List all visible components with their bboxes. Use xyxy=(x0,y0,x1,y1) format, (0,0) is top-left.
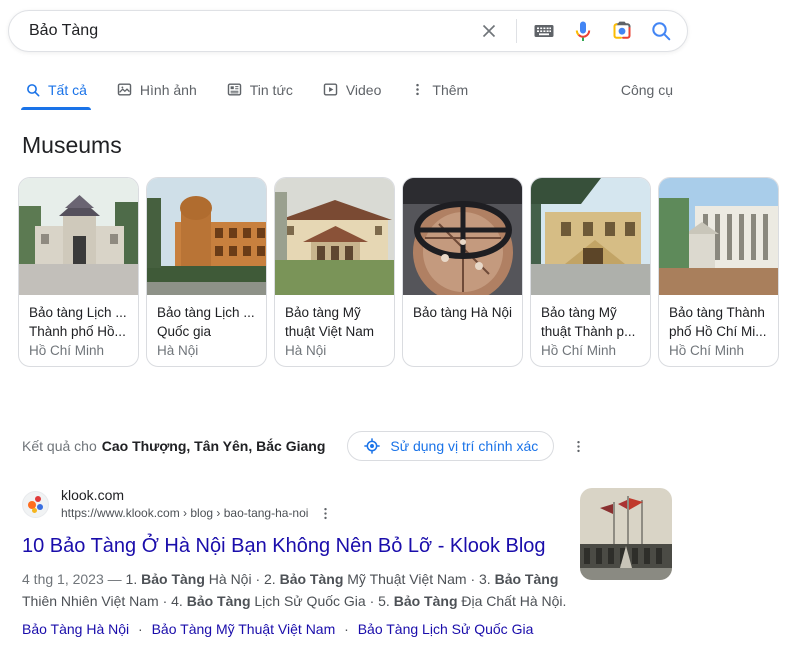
image-icon xyxy=(116,81,133,98)
sitelink-separator: · xyxy=(138,621,143,637)
result-title-link[interactable]: 10 Bảo Tàng Ở Hà Nội Bạn Không Nên Bỏ Lỡ… xyxy=(22,534,582,559)
search-input[interactable]: Bảo Tàng xyxy=(29,22,462,40)
video-icon xyxy=(322,81,339,98)
museum-title-line2: Thành phố Hồ... xyxy=(29,322,128,341)
museum-title-line1: Bảo tàng Lịch ... xyxy=(29,303,128,322)
more-vertical-icon xyxy=(410,82,425,97)
museum-photo xyxy=(147,178,267,295)
news-icon xyxy=(226,81,243,98)
museum-photo xyxy=(531,178,651,295)
museum-card-body: Bảo tàng Lịch ... Thành phố Hồ... Hồ Chí… xyxy=(19,295,138,360)
museums-carousel: Bảo tàng Lịch ... Thành phố Hồ... Hồ Chí… xyxy=(18,177,779,367)
search-results-page: Bảo Tàng xyxy=(0,0,785,661)
keyboard-icon[interactable] xyxy=(532,19,556,43)
museum-title-line2: Quốc gia xyxy=(157,322,256,341)
location-prefix: Kết quả cho xyxy=(22,438,97,454)
museum-card[interactable]: Bảo tàng Lịch ... Quốc gia Hà Nội xyxy=(146,177,267,367)
tab-label: Thêm xyxy=(432,82,468,98)
museum-title-line1: Bảo tàng Mỹ xyxy=(285,303,384,322)
clear-icon[interactable] xyxy=(477,19,501,43)
tab-more[interactable]: Thêm xyxy=(410,82,468,98)
use-precise-location-button[interactable]: Sử dụng vị trí chính xác xyxy=(347,431,554,461)
tab-label: Tin tức xyxy=(250,82,293,98)
museum-card-body: Bảo tàng Mỹ thuật Việt Nam Hà Nội xyxy=(275,295,394,360)
museum-location: Hồ Chí Minh xyxy=(29,341,128,360)
result-site-name: klook.com xyxy=(61,486,333,505)
museum-photo xyxy=(403,178,523,295)
museum-location: Hồ Chí Minh xyxy=(541,341,640,360)
flags-building-photo xyxy=(580,488,672,580)
museum-card[interactable]: Bảo tàng Thành phố Hồ Chí Mi... Hồ Chí M… xyxy=(658,177,779,367)
museum-title-line1: Bảo tàng Mỹ xyxy=(541,303,640,322)
tab-video[interactable]: Video xyxy=(322,81,382,98)
museum-card-body: Bảo tàng Lịch ... Quốc gia Hà Nội xyxy=(147,295,266,360)
location-name: Cao Thượng, Tân Yên, Bắc Giang xyxy=(102,438,326,454)
search-icon xyxy=(25,82,41,98)
location-results-bar: Kết quả cho Cao Thượng, Tân Yên, Bắc Gia… xyxy=(22,431,586,461)
museum-card[interactable]: Bảo tàng Mỹ thuật Việt Nam Hà Nội xyxy=(274,177,395,367)
klook-favicon xyxy=(22,491,49,518)
museum-card-body: Bảo tàng Hà Nội xyxy=(403,295,522,322)
museum-photo xyxy=(659,178,779,295)
museum-title-line2: thuật Thành p... xyxy=(541,322,640,341)
museum-card-body: Bảo tàng Thành phố Hồ Chí Mi... Hồ Chí M… xyxy=(659,295,778,360)
tab-images[interactable]: Hình ảnh xyxy=(116,81,197,98)
my-location-icon xyxy=(363,437,381,455)
more-vertical-icon xyxy=(571,439,586,454)
museum-title-line2: phố Hồ Chí Mi... xyxy=(669,322,768,341)
result-sitelinks: Bảo Tàng Hà Nội · Bảo Tàng Mỹ Thuật Việt… xyxy=(22,621,767,637)
tab-label: Tất cả xyxy=(48,82,87,98)
result-url-row: https://www.klook.com › blog › bao-tang-… xyxy=(61,505,333,522)
result-snippet: 4 thg 1, 2023 — 1. Bảo Tàng Hà Nội · 2. … xyxy=(22,568,574,612)
museum-card[interactable]: Bảo tàng Mỹ thuật Thành p... Hồ Chí Minh xyxy=(530,177,651,367)
museum-photo xyxy=(275,178,395,295)
museums-section-title: Museums xyxy=(22,132,122,159)
result-site-header[interactable]: klook.com https://www.klook.com › blog ›… xyxy=(22,486,442,522)
result-url: https://www.klook.com › blog › bao-tang-… xyxy=(61,505,308,522)
sitelink[interactable]: Bảo Tàng Mỹ Thuật Việt Nam xyxy=(152,621,336,637)
museum-title-line1: Bảo tàng Hà Nội xyxy=(413,303,512,322)
tab-label: Video xyxy=(346,82,382,98)
sitelink[interactable]: Bảo Tàng Lịch Sử Quốc Gia xyxy=(358,621,534,637)
search-bar: Bảo Tàng xyxy=(8,10,688,52)
tab-label: Hình ảnh xyxy=(140,82,197,98)
microphone-icon[interactable] xyxy=(571,19,595,43)
museum-card-body: Bảo tàng Mỹ thuật Thành p... Hồ Chí Minh xyxy=(531,295,650,360)
museum-location: Hồ Chí Minh xyxy=(669,341,768,360)
result-site-meta: klook.com https://www.klook.com › blog ›… xyxy=(61,486,333,522)
museum-title-line2: thuật Việt Nam xyxy=(285,322,384,341)
location-more-options-button[interactable] xyxy=(571,439,586,454)
museum-location: Hà Nội xyxy=(157,341,256,360)
tools-button[interactable]: Công cụ xyxy=(621,82,673,98)
search-icon[interactable] xyxy=(649,19,673,43)
museum-photo xyxy=(19,178,139,295)
google-lens-icon[interactable] xyxy=(610,19,634,43)
snippet-date: 4 thg 1, 2023 — xyxy=(22,571,126,587)
museum-title-line1: Bảo tàng Thành xyxy=(669,303,768,322)
sitelink[interactable]: Bảo Tàng Hà Nội xyxy=(22,621,129,637)
museum-title-line1: Bảo tàng Lịch ... xyxy=(157,303,256,322)
tab-all[interactable]: Tất cả xyxy=(25,82,87,98)
search-bar-divider xyxy=(516,19,517,43)
museum-location: Hà Nội xyxy=(285,341,384,360)
tab-news[interactable]: Tin tức xyxy=(226,81,293,98)
more-vertical-icon[interactable] xyxy=(318,506,333,521)
search-result-klook: klook.com https://www.klook.com › blog ›… xyxy=(22,486,767,637)
museum-card[interactable]: Bảo tàng Lịch ... Thành phố Hồ... Hồ Chí… xyxy=(18,177,139,367)
result-tabs: Tất cả Hình ảnh Tin tức Video xyxy=(25,81,673,98)
museum-card[interactable]: Bảo tàng Hà Nội xyxy=(402,177,523,367)
sitelink-separator: · xyxy=(344,621,349,637)
use-precise-location-label: Sử dụng vị trí chính xác xyxy=(390,438,538,454)
result-thumbnail[interactable] xyxy=(580,488,672,580)
